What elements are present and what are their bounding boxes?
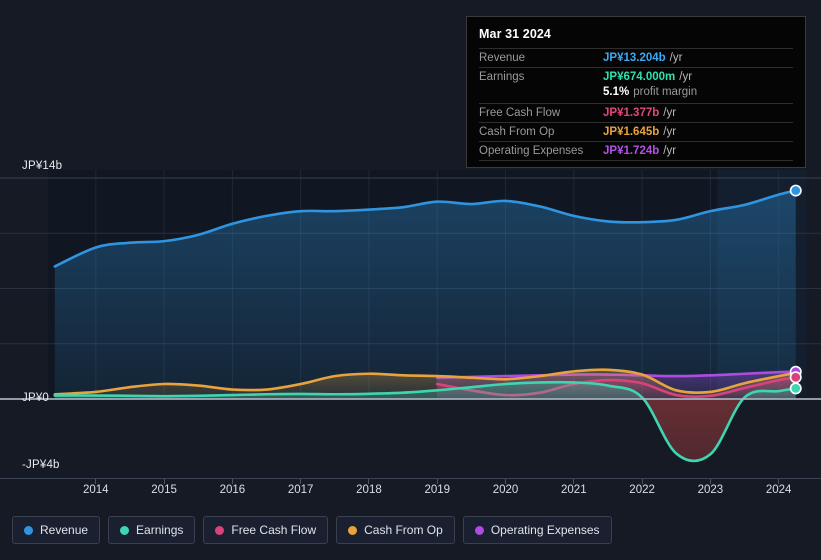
- tooltip-date: Mar 31 2024: [479, 27, 551, 41]
- x-axis-tick-label: 2022: [629, 484, 655, 496]
- x-axis-tick-label: 2017: [287, 484, 314, 496]
- chart-legend[interactable]: Revenue Earnings Free Cash Flow Cash From O…: [12, 516, 612, 544]
- legend-color-dot-icon: [474, 525, 484, 535]
- x-axis-tick-label: 2024: [765, 484, 792, 496]
- tooltip-row: Earnings JP¥674.000m/yr: [479, 67, 793, 86]
- tooltip-row: Free Cash Flow JP¥1.377b/yr: [479, 103, 793, 122]
- data-tooltip: Mar 31 2024 Revenue JP¥13.204b/yr Earnings…: [466, 16, 806, 168]
- x-axis-tick-label: 2019: [424, 484, 451, 496]
- financial-chart-widget: JP¥14b JP¥0 -JP¥4b 2014 2015 2016 2017 2018 2…: [0, 0, 821, 560]
- tooltip-row-unit: /yr: [663, 126, 677, 138]
- chart-canvas: [0, 170, 821, 463]
- tooltip-row-value: JP¥1.377b: [603, 107, 660, 119]
- legend-item-label: Free Cash Flow: [231, 523, 317, 537]
- x-axis-tick-label: 2015: [151, 484, 177, 496]
- tooltip-row-sublabel: profit margin: [633, 86, 698, 98]
- x-axis-tick-label: 2021: [561, 484, 587, 496]
- tooltip-row-unit: /yr: [669, 52, 683, 64]
- x-axis-tick-label: 2023: [697, 484, 724, 496]
- tooltip-row: Cash From Op JP¥1.645b/yr: [479, 122, 793, 141]
- y-axis-label-bottom: -JP¥4b: [22, 459, 60, 471]
- legend-item-label: Earnings: [136, 523, 184, 537]
- tooltip-row-unit: /yr: [663, 107, 677, 119]
- legend-item-earnings[interactable]: Earnings: [108, 516, 196, 544]
- legend-item-revenue[interactable]: Revenue: [12, 516, 101, 544]
- tooltip-row-value: 5.1%: [603, 86, 630, 98]
- tooltip-row: 5.1% profit margin: [479, 86, 793, 103]
- tooltip-row-value: JP¥13.204b: [603, 52, 666, 64]
- tooltip-row-label: Operating Expenses: [479, 145, 584, 157]
- legend-item-free-cash-flow[interactable]: Free Cash Flow: [203, 516, 329, 544]
- tooltip-row-label: Cash From Op: [479, 126, 555, 138]
- legend-item-operating-expenses[interactable]: Operating Expenses: [462, 516, 612, 544]
- chart-plot-area[interactable]: [0, 170, 821, 480]
- legend-color-dot-icon: [24, 525, 33, 535]
- x-axis-tick-label: 2020: [492, 484, 519, 496]
- tooltip-row-unit: /yr: [679, 71, 693, 83]
- tooltip-bottom-rule: [479, 160, 793, 161]
- x-axis-tick-label: 2018: [356, 484, 382, 496]
- y-axis-label-zero: JP¥0: [22, 392, 50, 404]
- x-axis-tick-label: 2014: [83, 484, 109, 496]
- x-axis-line: [0, 478, 821, 479]
- tooltip-row: Revenue JP¥13.204b/yr: [479, 48, 793, 67]
- legend-item-label: Revenue: [40, 523, 89, 537]
- legend-item-cash-from-op[interactable]: Cash From Op: [336, 516, 455, 544]
- tooltip-row-value: JP¥1.724b: [603, 145, 660, 157]
- legend-item-label: Cash From Op: [364, 523, 443, 537]
- tooltip-rows: Revenue JP¥13.204b/yr Earnings JP¥674.000m /…: [479, 48, 793, 161]
- legend-color-dot-icon: [215, 525, 225, 535]
- legend-item-label: Operating Expenses: [490, 523, 600, 537]
- tooltip-row-label: Free Cash Flow: [479, 107, 561, 119]
- tooltip-row-label: Revenue: [479, 52, 526, 64]
- y-axis-label-top: JP¥14b: [22, 160, 63, 172]
- x-axis-tick-label: 2016: [219, 484, 246, 496]
- tooltip-row-value: JP¥674.000m: [603, 71, 676, 83]
- tooltip-row-label: Earnings: [479, 71, 525, 83]
- legend-color-dot-icon: [348, 525, 358, 535]
- tooltip-row-value: JP¥1.645b: [603, 126, 660, 138]
- legend-color-dot-icon: [120, 525, 130, 535]
- tooltip-row: Operating Expenses JP¥1.724b/yr: [479, 141, 793, 160]
- tooltip-row-unit: /yr: [663, 145, 677, 157]
